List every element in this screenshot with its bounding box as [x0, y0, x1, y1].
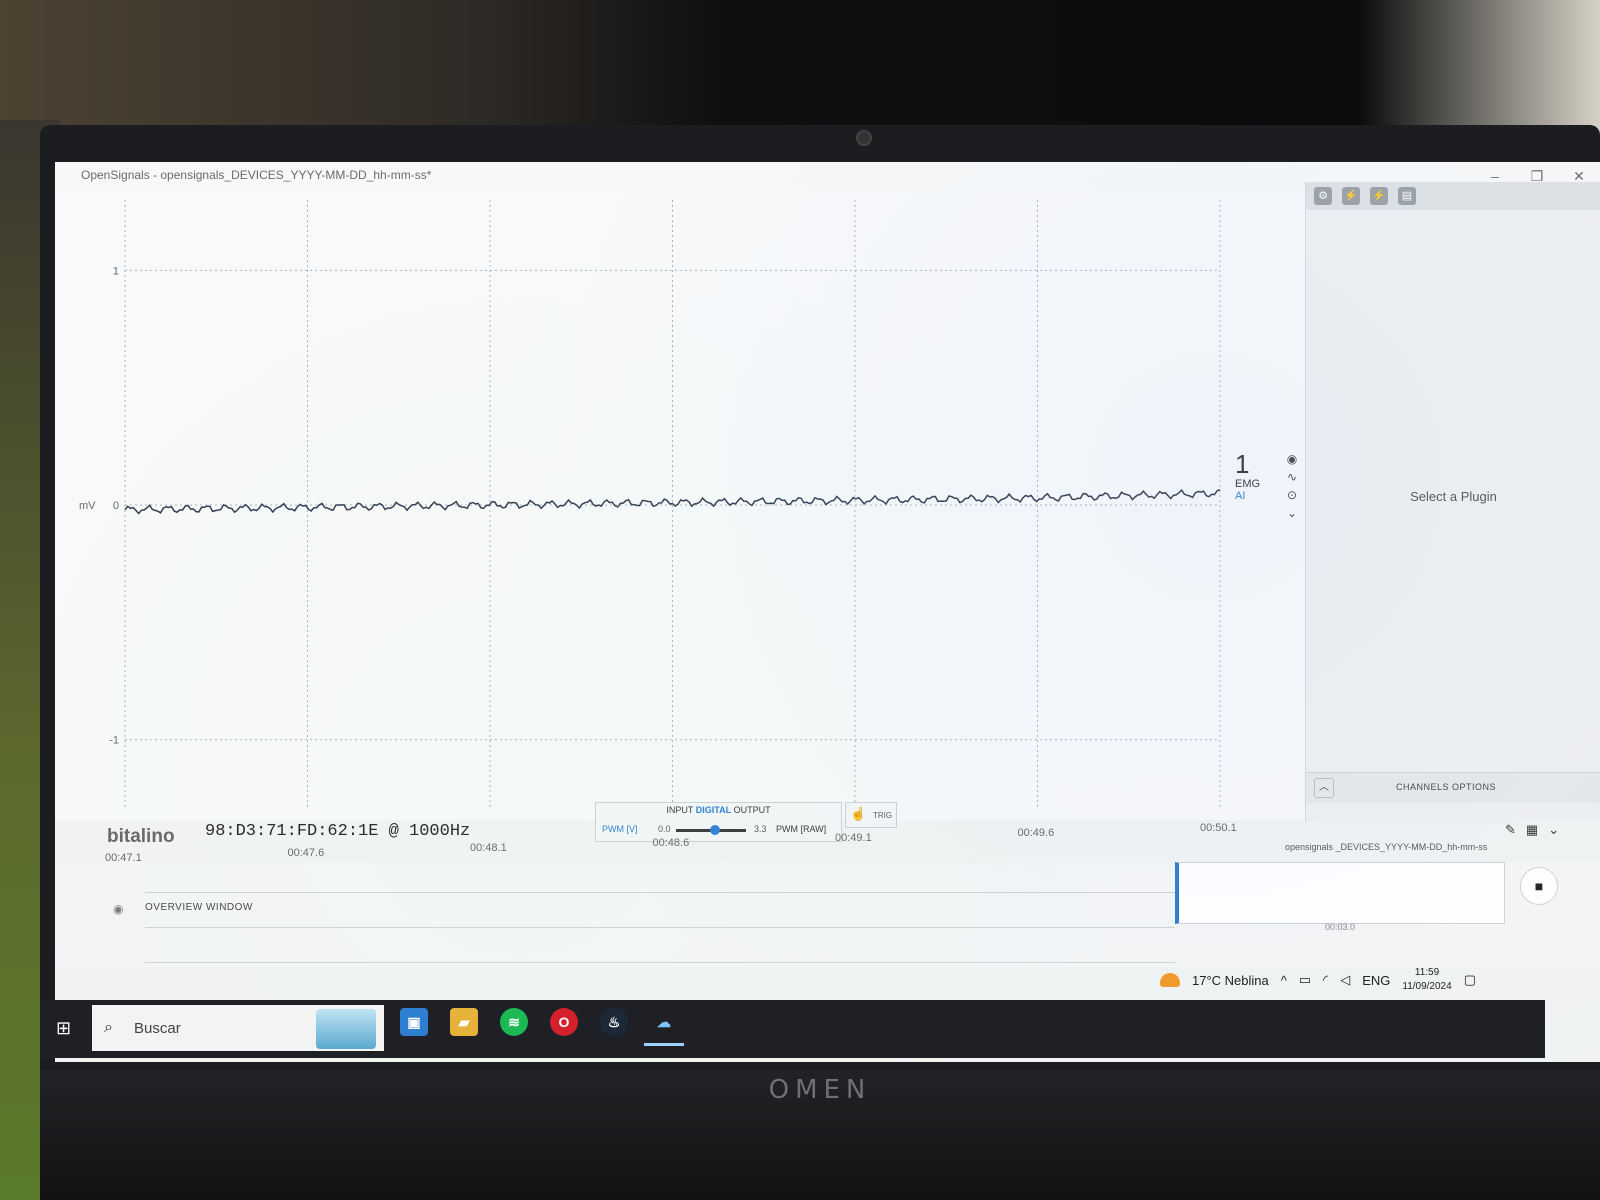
- time-axis: 00:47.1 00:47.6 00:48.1 00:48.6 00:49.1 00:49…: [55, 822, 1305, 864]
- wifi-icon[interactable]: ◜: [1323, 972, 1328, 988]
- eye-icon[interactable]: ◉: [113, 902, 123, 916]
- signal-plot[interactable]: 1 0 -1 mV 1 EMG AI ◉ ∿ ⊙ ⌄: [55, 190, 1305, 820]
- wave-icon[interactable]: ∿: [1287, 470, 1297, 484]
- pin-icon[interactable]: ✎: [1505, 822, 1516, 838]
- folder-icon[interactable]: ▰: [450, 1008, 478, 1036]
- y-tick-label: 0: [113, 500, 119, 512]
- language-indicator[interactable]: ENG: [1362, 973, 1390, 988]
- pinned-apps: ▣ ▰ ≋ O ♨ ☁: [400, 1008, 684, 1046]
- x-tick-label: 00:49.6: [1017, 827, 1055, 839]
- y-tick-label: 1: [113, 265, 119, 277]
- search-box[interactable]: ⌕ Buscar: [92, 1005, 384, 1051]
- plug-icon[interactable]: ⚡: [1342, 187, 1360, 205]
- io-header: INPUT DIGITAL OUTPUT: [596, 805, 841, 815]
- chevron-down-icon[interactable]: ⌄: [1287, 506, 1297, 520]
- clock-time: 11:59: [1414, 967, 1440, 978]
- overview-label: OVERVIEW WINDOW: [145, 902, 253, 913]
- overview-preview[interactable]: [1175, 862, 1505, 924]
- y-tick-label: -1: [109, 735, 119, 747]
- steam-icon[interactable]: ♨: [600, 1008, 628, 1036]
- x-tick-label: 00:48.1: [470, 842, 507, 854]
- channel-controls: ◉ ∿ ⊙ ⌄: [1283, 452, 1301, 520]
- search-icon: ⌕: [104, 1019, 113, 1036]
- overview-time: 00:03.0: [1325, 922, 1356, 932]
- weather-icon[interactable]: [1160, 973, 1180, 987]
- chart-icon[interactable]: ▤: [1398, 187, 1416, 205]
- x-tick-label: 00:47.6: [287, 847, 325, 859]
- eye-icon[interactable]: ◉: [1287, 452, 1297, 466]
- plugin-panel: ⚙ ⚡ ⚡ ▤ Select a Plugin ︿ CHANNELS OPTIO…: [1305, 182, 1600, 822]
- windows-start-icon[interactable]: ⊞: [56, 1018, 71, 1039]
- laptop-bottom-bezel: OMEN: [40, 1070, 1600, 1200]
- stop-button[interactable]: ■: [1520, 867, 1558, 905]
- chevron-down-icon[interactable]: ⌄: [1548, 822, 1559, 838]
- notification-icon[interactable]: ▢: [1464, 972, 1476, 988]
- plug-icon-2[interactable]: ⚡: [1370, 187, 1388, 205]
- onedrive-icon[interactable]: ☁: [644, 1008, 684, 1046]
- y-axis-label: mV: [79, 500, 96, 512]
- plot-canvas: 1 0 -1 mV: [79, 200, 1221, 810]
- io-output-label: OUTPUT: [733, 805, 771, 815]
- search-placeholder: Buscar: [134, 1020, 181, 1037]
- windows-taskbar: 17°C Neblina ^ ▭ ◜ ◁ ENG 11:59 11/09/202…: [40, 960, 1545, 1060]
- chevron-up-icon[interactable]: ^: [1281, 973, 1287, 988]
- clock[interactable]: 11:59 11/09/2024: [1402, 966, 1451, 994]
- battery-icon[interactable]: ▭: [1299, 972, 1311, 988]
- plugin-message: Select a Plugin: [1410, 489, 1497, 504]
- laptop-brand: OMEN: [768, 1075, 872, 1105]
- weather-text[interactable]: 17°C Neblina: [1192, 973, 1269, 988]
- speaker-icon[interactable]: ◁: [1340, 972, 1350, 988]
- window-title: OpenSignals - opensignals_DEVICES_YYYY-M…: [81, 168, 432, 182]
- io-input-label: INPUT: [666, 805, 694, 815]
- overview-filename: opensignals _DEVICES_YYYY-MM-DD_hh-mm-ss: [1285, 842, 1488, 852]
- view-icons: ✎ ▦ ⌄: [1505, 822, 1559, 838]
- background-top: [0, 0, 1600, 135]
- clock-date: 11/09/2024: [1402, 981, 1452, 992]
- opera-icon[interactable]: O: [550, 1008, 578, 1036]
- spotify-icon[interactable]: ≋: [500, 1008, 528, 1036]
- channels-options-label: CHANNELS OPTIONS: [1396, 782, 1497, 792]
- x-tick-label: 00:48.6: [652, 837, 690, 849]
- overview-window: ✎ ▦ ⌄ ◉ OVERVIEW WINDOW opensignals _DEV…: [55, 822, 1600, 967]
- screen: OpenSignals - opensignals_DEVICES_YYYY-M…: [55, 162, 1600, 1062]
- x-tick-label: 00:49.1: [835, 832, 872, 844]
- record-icon[interactable]: ⊙: [1287, 488, 1297, 502]
- plugin-toolbar: ⚙ ⚡ ⚡ ▤: [1306, 182, 1600, 210]
- overview-divider: [145, 927, 1175, 928]
- system-tray: 17°C Neblina ^ ▭ ◜ ◁ ENG 11:59 11/09/202…: [1160, 960, 1476, 1000]
- io-digital-label: DIGITAL: [695, 805, 732, 815]
- trigger-label: TRIG: [873, 811, 893, 820]
- webcam: [856, 130, 872, 146]
- grid-icon[interactable]: ▦: [1526, 822, 1538, 838]
- gear-icon[interactable]: ⚙: [1314, 187, 1332, 205]
- file-explorer-icon[interactable]: ▣: [400, 1008, 428, 1036]
- taskbar-bar: ⊞ ⌕ Buscar ▣ ▰ ≋ O ♨ ☁: [40, 1000, 1545, 1058]
- chevron-up-icon[interactable]: ︿: [1314, 778, 1334, 798]
- search-highlight-image: [316, 1009, 376, 1049]
- overview-divider: [145, 892, 1175, 893]
- x-tick-label: 00:50.1: [1200, 822, 1237, 834]
- hand-icon: ☝: [850, 806, 867, 821]
- channels-options-bar[interactable]: ︿ CHANNELS OPTIONS: [1306, 772, 1600, 803]
